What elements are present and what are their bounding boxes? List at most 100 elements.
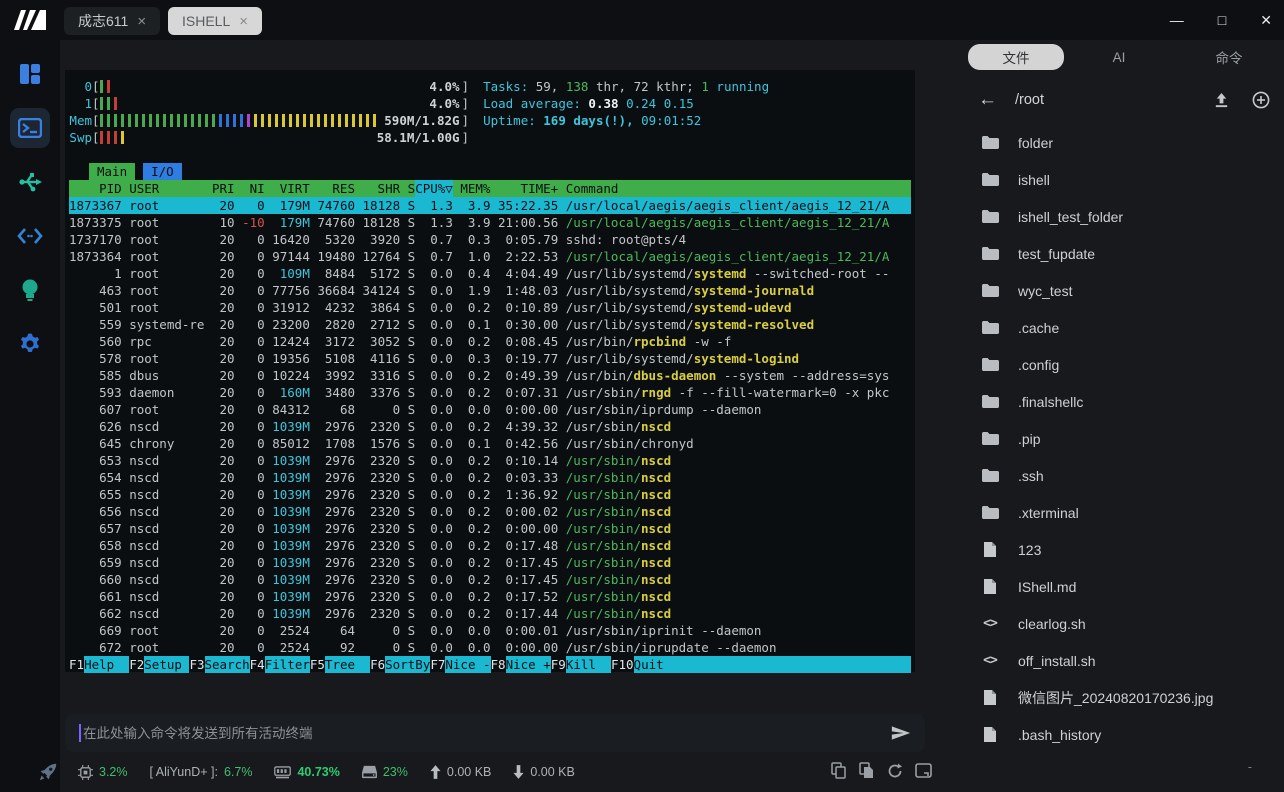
process-row-560[interactable]: 560 rpc 20 0 12424 3172 3052 S 0.0 0.2 0…: [69, 333, 911, 350]
refresh-icon[interactable]: [887, 763, 903, 779]
file-item-ishell[interactable]: ishell: [960, 161, 1284, 198]
back-arrow-icon[interactable]: ←: [978, 89, 997, 111]
process-row-1873367[interactable]: 1873367 root 20 0 179M 74760 18128 S 1.3…: [69, 197, 911, 214]
meter-label: 0: [69, 78, 92, 95]
process-command: /usr/local/aegis/aegis_client/aegis_12_2…: [566, 248, 911, 265]
file-name: .xterminal: [1018, 505, 1079, 521]
process-row-593[interactable]: 593 daemon 20 0 160M 3480 3376 S 0.0 0.2…: [69, 384, 911, 401]
process-row-656[interactable]: 656 nscd 20 0 1039M 2976 2320 S 0.0 0.2 …: [69, 503, 911, 520]
process-row-669[interactable]: 669 root 20 0 2524 64 0 S 0.0 0.0 0:00.0…: [69, 622, 911, 639]
file-name: folder: [1018, 135, 1053, 151]
htop-tab-io[interactable]: I/O: [143, 163, 182, 180]
dashboard-icon[interactable]: [10, 54, 50, 94]
process-row-501[interactable]: 501 root 20 0 31912 4232 3864 S 0.0 0.2 …: [69, 299, 911, 316]
process-row-653[interactable]: 653 nscd 20 0 1039M 2976 2320 S 0.0 0.2 …: [69, 452, 911, 469]
settings-gear-icon[interactable]: [10, 324, 50, 364]
file-item-.finalshellc[interactable]: .finalshellc: [960, 383, 1284, 420]
process-row-626[interactable]: 626 nscd 20 0 1039M 2976 2320 S 0.0 0.2 …: [69, 418, 911, 435]
send-icon[interactable]: [891, 725, 911, 741]
process-row-659[interactable]: 659 nscd 20 0 1039M 2976 2320 S 0.0 0.2 …: [69, 554, 911, 571]
fkey-f3[interactable]: F3Search: [189, 656, 249, 673]
usb-icon[interactable]: [10, 162, 50, 202]
session-tab-ishell[interactable]: ISHELL ×: [168, 7, 262, 35]
fkey-key: F6: [370, 656, 385, 673]
process-row-1873375[interactable]: 1873375 root 10 -10 179M 74760 18128 S 1…: [69, 214, 911, 231]
process-row-585[interactable]: 585 dbus 20 0 10224 3992 3316 S 0.0 0.2 …: [69, 367, 911, 384]
session-tab-chengzhi611[interactable]: 成志611 ×: [64, 7, 160, 35]
file-item-wyc_test[interactable]: wyc_test: [960, 272, 1284, 309]
process-row-654[interactable]: 654 nscd 20 0 1039M 2976 2320 S 0.0 0.2 …: [69, 469, 911, 486]
process-row-645[interactable]: 645 chrony 20 0 85012 1708 1576 S 0.0 0.…: [69, 435, 911, 452]
close-button[interactable]: ✕: [1260, 12, 1272, 29]
file-item-.xterminal[interactable]: .xterminal: [960, 494, 1284, 531]
meter-mem: Mem[590M/1.82G]Uptime: 169 days(!), 09:0…: [69, 112, 911, 129]
terminal-screen[interactable]: 0[4.0%]Tasks: 59, 138 thr, 72 kthr; 1 ru…: [65, 70, 915, 672]
process-row-655[interactable]: 655 nscd 20 0 1039M 2976 2320 S 0.0 0.2 …: [69, 486, 911, 503]
file-item-.config[interactable]: .config: [960, 346, 1284, 383]
file-item-ishell_test_folder[interactable]: ishell_test_folder: [960, 198, 1284, 235]
file-item-clearlog.sh[interactable]: <>clearlog.sh: [960, 605, 1284, 642]
bulb-icon[interactable]: [10, 270, 50, 310]
process-row-1873364[interactable]: 1873364 root 20 0 97144 19480 12764 S 0.…: [69, 248, 911, 265]
code-icon[interactable]: [10, 216, 50, 256]
tab-ai[interactable]: AI: [1064, 50, 1174, 65]
fkey-f4[interactable]: F4Filter: [250, 656, 310, 673]
process-row-1[interactable]: 1 root 20 0 109M 8484 5172 S 0.0 0.4 4:0…: [69, 265, 911, 282]
file-item-123[interactable]: 123: [960, 531, 1284, 568]
fkey-f1[interactable]: F1Help: [69, 656, 129, 673]
fkey-f9[interactable]: F9Kill: [551, 656, 611, 673]
process-command: /usr/sbin/nscd: [566, 452, 911, 469]
terminal-icon[interactable]: [10, 108, 50, 148]
file-item-.cache[interactable]: .cache: [960, 309, 1284, 346]
process-row-559[interactable]: 559 systemd-re 20 0 23200 2820 2712 S 0.…: [69, 316, 911, 333]
process-command: /usr/sbin/iprinit --daemon: [566, 622, 911, 639]
header-command: Command: [566, 180, 911, 197]
process-row-658[interactable]: 658 nscd 20 0 1039M 2976 2320 S 0.0 0.2 …: [69, 537, 911, 554]
file-item-folder[interactable]: folder: [960, 124, 1284, 161]
file-item-.bash_history[interactable]: .bash_history: [960, 716, 1284, 752]
fkey-f10[interactable]: F10Quit: [611, 656, 911, 673]
fkey-f6[interactable]: F6SortBy: [370, 656, 430, 673]
file-item-IShell.md[interactable]: IShell.md: [960, 568, 1284, 605]
tab-close-icon[interactable]: ×: [239, 13, 248, 30]
upload-file-icon[interactable]: [1213, 92, 1230, 109]
tab-files[interactable]: 文件: [968, 44, 1064, 70]
process-table-header[interactable]: PID USER PRI NI VIRT RES SHR SCPU%▽ MEM%…: [69, 180, 911, 197]
copy-icon[interactable]: [831, 762, 847, 779]
fullscreen-icon[interactable]: [915, 763, 932, 778]
fkey-f8[interactable]: F8Nice +: [491, 656, 551, 673]
new-item-plus-icon[interactable]: [1252, 91, 1270, 109]
minimize-button[interactable]: —: [1170, 12, 1184, 28]
file-item-.ssh[interactable]: .ssh: [960, 457, 1284, 494]
fkey-f2[interactable]: F2Setup: [129, 656, 189, 673]
process-row-578[interactable]: 578 root 20 0 19356 5108 4116 S 0.0 0.3 …: [69, 350, 911, 367]
file-item-off_install.sh[interactable]: <>off_install.sh: [960, 642, 1284, 679]
tab-close-icon[interactable]: ×: [137, 13, 146, 30]
process-row-1737170[interactable]: 1737170 root 20 0 16420 5320 3920 S 0.7 …: [69, 231, 911, 248]
fkey-f7[interactable]: F7Nice -: [430, 656, 490, 673]
process-row-463[interactable]: 463 root 20 0 77756 36684 34124 S 0.0 1.…: [69, 282, 911, 299]
command-input[interactable]: [83, 726, 891, 741]
fkey-key: F10: [611, 656, 634, 673]
fkey-key: F3: [189, 656, 204, 673]
fkey-f5[interactable]: F5Tree: [310, 656, 370, 673]
file-item-微信图片_20240820170236.jpg[interactable]: 微信图片_20240820170236.jpg: [960, 679, 1284, 716]
process-row-672[interactable]: 672 root 20 0 2524 92 0 S 0.0 0.0 0:00.0…: [69, 639, 911, 656]
fkey-bar: F1Help F2Setup F3SearchF4FilterF5Tree F6…: [69, 656, 911, 673]
process-row-661[interactable]: 661 nscd 20 0 1039M 2976 2320 S 0.0 0.2 …: [69, 588, 911, 605]
file-item-test_fupdate[interactable]: test_fupdate: [960, 235, 1284, 272]
process-row-607[interactable]: 607 root 20 0 84312 68 0 S 0.0 0.0 0:00.…: [69, 401, 911, 418]
fkey-key: F9: [551, 656, 566, 673]
htop-tab-main[interactable]: Main: [89, 163, 135, 180]
rocket-icon[interactable]: [18, 761, 78, 783]
process-command: /usr/local/aegis/aegis_client/aegis_12_2…: [566, 214, 911, 231]
maximize-button[interactable]: □: [1218, 12, 1226, 28]
process-command: /usr/sbin/nscd: [566, 469, 911, 486]
process-row-660[interactable]: 660 nscd 20 0 1039M 2976 2320 S 0.0 0.2 …: [69, 571, 911, 588]
tab-commands[interactable]: 命令: [1174, 47, 1284, 67]
process-row-657[interactable]: 657 nscd 20 0 1039M 2976 2320 S 0.0 0.2 …: [69, 520, 911, 537]
file-name: clearlog.sh: [1018, 616, 1086, 632]
process-row-662[interactable]: 662 nscd 20 0 1039M 2976 2320 S 0.0 0.2 …: [69, 605, 911, 622]
file-item-.pip[interactable]: .pip: [960, 420, 1284, 457]
paste-icon[interactable]: [859, 762, 875, 779]
